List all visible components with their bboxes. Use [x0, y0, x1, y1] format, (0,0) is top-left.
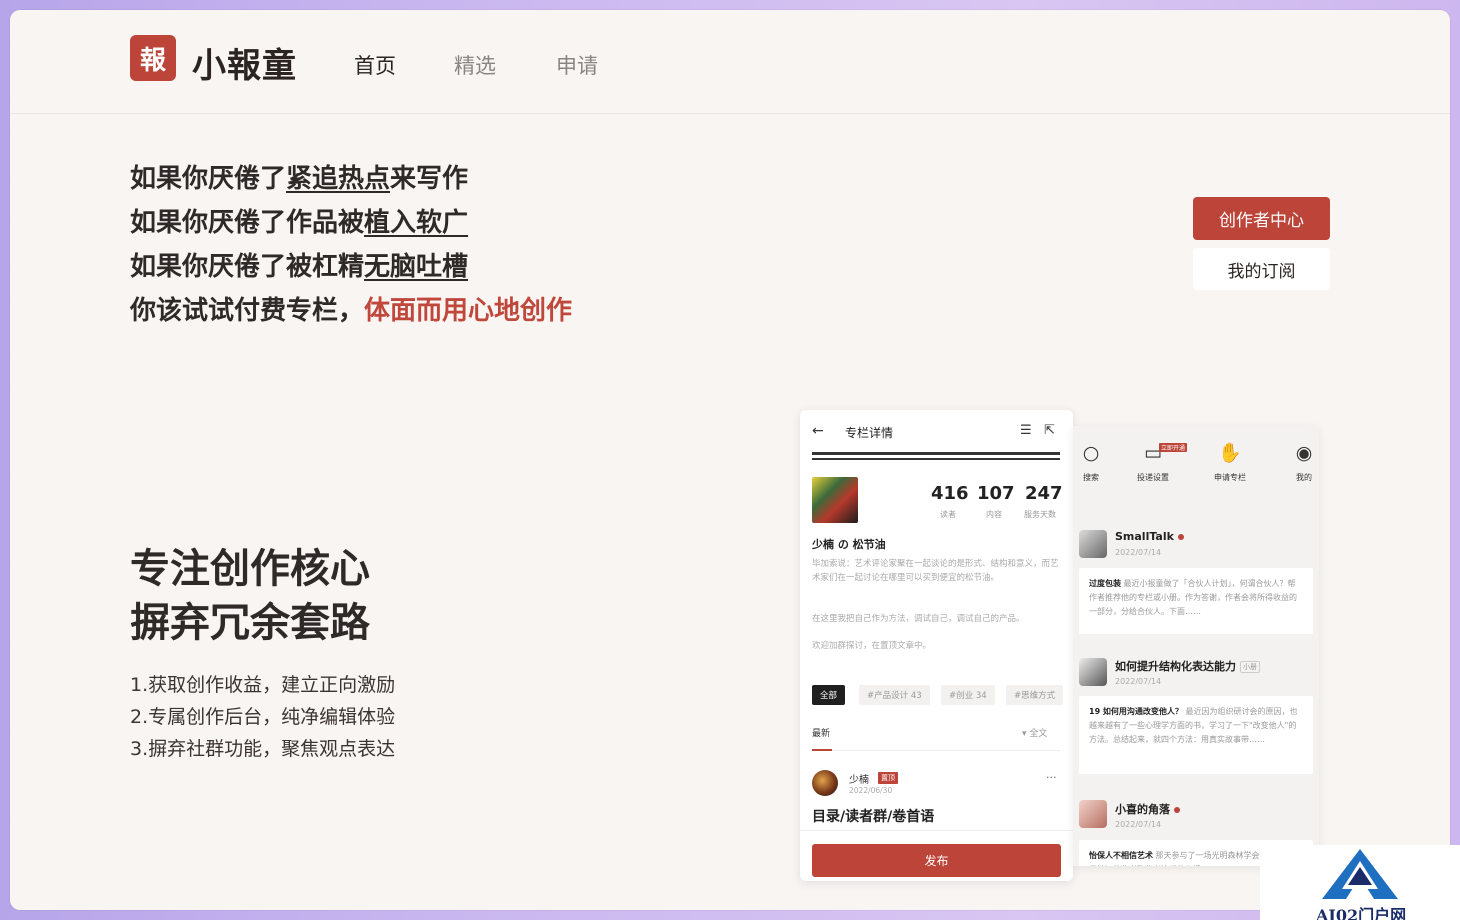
feed-date: 2022/07/14	[1115, 548, 1162, 557]
tag-product[interactable]: #产品设计 43	[859, 685, 930, 705]
feed-avatar	[1079, 800, 1107, 828]
nav-featured[interactable]: 精选	[454, 50, 496, 80]
author-name: 少楠	[849, 775, 869, 786]
header: 報 小報童 首页 精选 申请	[10, 10, 1450, 114]
search-icon: ○	[1082, 442, 1100, 464]
stat-content-label: 内容	[986, 510, 1002, 519]
stat-content-value: 107	[977, 483, 1015, 504]
column-detail-mockup: ← 专栏详情 ☰ ⇱ 416 读者 107 内容 247 服务天数 少楠 の 松…	[800, 410, 1073, 881]
section-title-2: 摒弃冗余套路	[130, 600, 370, 646]
divider	[800, 830, 1073, 831]
feed-name[interactable]: 如何提升结构化表达能力 小册	[1115, 658, 1260, 674]
creator-center-button[interactable]: 创作者中心	[1193, 197, 1330, 240]
divider	[812, 458, 1060, 460]
hero-line-1: 如果你厌倦了紧追热点来写作	[130, 164, 469, 194]
hand-icon: ✋	[1218, 442, 1242, 464]
publish-button[interactable]: 发布	[812, 844, 1061, 877]
brand-name[interactable]: 小報童	[192, 38, 297, 87]
back-arrow-icon[interactable]: ←	[812, 423, 824, 439]
column-desc: 欢迎加群探讨，在置顶文章中。	[812, 641, 932, 651]
feed-name[interactable]: 小喜的角落	[1115, 801, 1180, 817]
watermark-logo-icon	[1322, 849, 1398, 899]
tag-thinking[interactable]: #思维方式	[1006, 685, 1064, 705]
more-icon[interactable]: ···	[1046, 771, 1057, 784]
full-text-toggle[interactable]: ▾ 全文	[1022, 726, 1047, 739]
settings-icon[interactable]: ☰	[1020, 423, 1032, 438]
pinned-badge: 置顶	[878, 772, 898, 784]
feed-avatar	[1079, 658, 1107, 686]
divider	[812, 750, 1060, 751]
latest-tab[interactable]: 最新	[812, 726, 830, 739]
watermark: AI02门户网	[1260, 845, 1460, 920]
feed-card[interactable]: 19 如何用沟通改变他人？ 最近因为组织研讨会的原因，也越来越有了一些心理学方面…	[1079, 696, 1313, 774]
watermark-text: AI02门户网	[1316, 906, 1407, 920]
stat-readers-label: 读者	[940, 510, 956, 519]
apply-tool[interactable]: ✋ 申请专栏	[1200, 440, 1260, 483]
tag-startup[interactable]: #创业 34	[941, 685, 995, 705]
nav-home[interactable]: 首页	[354, 50, 396, 80]
stat-days-value: 247	[1025, 483, 1063, 504]
author-avatar	[812, 770, 838, 796]
open-now-badge: 立即开通	[1159, 443, 1188, 452]
me-tool[interactable]: ◉ 我的	[1274, 440, 1319, 483]
hero-line-4: 你该试试付费专栏，体面而用心地创作	[130, 296, 573, 326]
stat-days-label: 服务天数	[1024, 510, 1056, 519]
feature-item: 2.专属创作后台，纯净编辑体验	[130, 706, 396, 728]
user-icon: ◉	[1295, 442, 1313, 464]
mockup-title: 专栏详情	[845, 426, 894, 440]
feed-card[interactable]: 过度包装 最近小报童做了「合伙人计划」，何谓合伙人？帮作者推荐他的专栏或小册。作…	[1079, 568, 1313, 634]
hero-line-2: 如果你厌倦了作品被植入软广	[130, 208, 469, 238]
nav-apply[interactable]: 申请	[556, 50, 598, 80]
hero-line-3: 如果你厌倦了被杠精无脑吐槽	[130, 252, 469, 282]
feed-name[interactable]: SmallTalk	[1115, 530, 1184, 543]
feature-item: 3.摒弃社群功能，聚焦观点表达	[130, 738, 396, 760]
tag-all[interactable]: 全部	[812, 685, 846, 705]
column-name: 少楠 の 松节油	[812, 538, 886, 551]
share-icon[interactable]: ⇱	[1044, 423, 1055, 438]
logo-icon[interactable]: 報	[130, 35, 176, 81]
column-desc: 在这里我把自己作为方法，调试自己，调试自己的产品。	[812, 614, 1025, 624]
stat-readers-value: 416	[931, 483, 969, 504]
search-tool[interactable]: ○ 搜索	[1073, 440, 1121, 483]
divider	[812, 452, 1060, 455]
feed-date: 2022/07/14	[1115, 820, 1162, 829]
column-desc: 毕加索说：艺术评论家聚在一起谈论的是形式、结构和意义，而艺术家们在一起讨论在哪里…	[812, 559, 1059, 583]
section-title-1: 专注创作核心	[130, 546, 370, 592]
feed-avatar	[1079, 530, 1107, 558]
my-subscriptions-button[interactable]: 我的订阅	[1193, 248, 1330, 290]
column-avatar	[812, 477, 858, 523]
tab-indicator	[812, 749, 832, 751]
article-title[interactable]: 目录/读者群/卷首语	[812, 806, 934, 826]
app-window: 報 小報童 首页 精选 申请 如果你厌倦了紧追热点来写作 如果你厌倦了作品被植入…	[10, 10, 1450, 910]
post-date: 2022/06/30	[849, 786, 893, 795]
feature-item: 1.获取创作收益，建立正向激励	[130, 674, 396, 696]
feed-mockup: ○ 搜索 ▭ 投递设置 立即开通 ✋ 申请专栏 ◉ 我的 SmallTalk 2…	[1073, 426, 1319, 866]
feed-date: 2022/07/14	[1115, 677, 1162, 686]
